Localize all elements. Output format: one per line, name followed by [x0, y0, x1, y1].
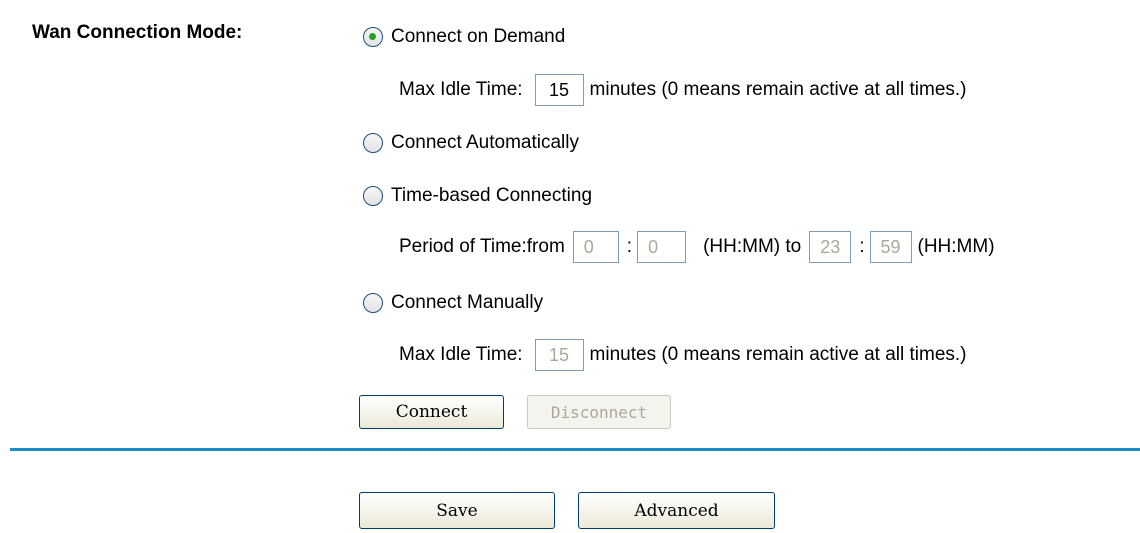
demand-idle-row: Max Idle Time: 15 minutes (0 means remai…: [399, 74, 967, 106]
radio-time-based-connecting[interactable]: [363, 186, 383, 206]
option-label-time-based-connecting: Time-based Connecting: [391, 185, 593, 206]
time-period-row: Period of Time:from 0 : 0 (HH:MM) to 23 …: [399, 231, 995, 263]
time-to-minute-input[interactable]: 59: [869, 231, 912, 263]
demand-idle-label: Max Idle Time:: [399, 79, 523, 100]
time-period-label: Period of Time:from: [399, 236, 565, 257]
time-to-label: (HH:MM) to: [703, 236, 802, 257]
radio-connect-automatically[interactable]: [363, 133, 383, 153]
wan-connection-mode-label: Wan Connection Mode:: [32, 22, 243, 43]
advanced-button[interactable]: Advanced: [578, 492, 775, 529]
disconnect-button[interactable]: Disconnect: [527, 395, 671, 429]
radio-connect-on-demand[interactable]: [363, 27, 383, 47]
option-label-connect-manually: Connect Manually: [391, 292, 544, 313]
time-to-hour-input[interactable]: 23: [809, 231, 852, 263]
save-button[interactable]: Save: [359, 492, 555, 529]
option-label-connect-on-demand: Connect on Demand: [391, 26, 566, 47]
demand-idle-input[interactable]: 15: [534, 74, 584, 106]
option-time-based-connecting[interactable]: Time-based Connecting: [363, 181, 592, 211]
radio-connect-manually[interactable]: [363, 293, 383, 313]
option-connect-on-demand[interactable]: Connect on Demand: [363, 22, 565, 52]
time-from-hour-input[interactable]: 0: [572, 231, 619, 263]
time-from-minute-input[interactable]: 0: [637, 231, 687, 263]
option-label-connect-automatically: Connect Automatically: [391, 132, 579, 153]
connect-button[interactable]: Connect: [359, 395, 504, 429]
option-connect-automatically[interactable]: Connect Automatically: [363, 128, 579, 158]
manual-idle-suffix: minutes (0 means remain active at all ti…: [589, 344, 967, 365]
section-divider: [10, 448, 1140, 451]
time-separator-2: :: [859, 236, 865, 257]
manual-idle-label: Max Idle Time:: [399, 344, 523, 365]
time-suffix: (HH:MM): [917, 236, 995, 257]
manual-idle-input[interactable]: 15: [534, 339, 584, 371]
time-separator-1: :: [626, 236, 633, 257]
manual-idle-row: Max Idle Time: 15 minutes (0 means remai…: [399, 339, 967, 371]
demand-idle-suffix: minutes (0 means remain active at all ti…: [589, 79, 967, 100]
option-connect-manually[interactable]: Connect Manually: [363, 288, 543, 318]
